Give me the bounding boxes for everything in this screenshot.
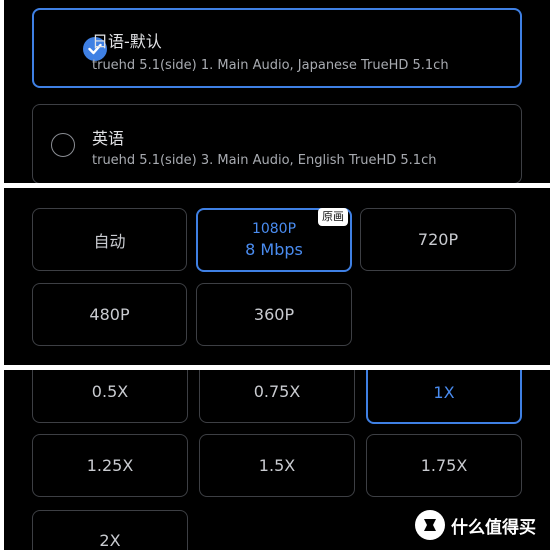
speed-label: 0.5X [91,382,129,401]
quality-option-480p[interactable]: 480P [32,283,187,346]
quality-bitrate: 8 Mbps [245,240,303,259]
unchecked-radio-icon [51,133,75,157]
quality-label: 1080P [251,221,297,237]
speed-option-1x[interactable]: 1X [366,370,522,424]
speed-label: 1X [433,382,455,402]
speed-option-0.5x[interactable]: 0.5X [32,370,188,423]
quality-panel: 自动 1080P 8 Mbps 原画 720P 480P 360P [4,188,550,365]
watermark: 什么值得买 [415,510,536,540]
speed-label: 1.75X [420,456,468,475]
quality-label: 自动 [93,231,126,251]
audio-track-desc: truehd 5.1(side) 1. Main Audio, Japanese… [92,58,449,73]
quality-label: 480P [89,305,130,324]
original-quality-badge: 原画 [318,208,348,226]
quality-option-360p[interactable]: 360P [196,283,352,346]
audio-track-desc: truehd 5.1(side) 3. Main Audio, English … [92,153,437,168]
speed-label: 0.75X [253,382,301,401]
speed-label: 1.25X [86,456,134,475]
speed-option-1.25x[interactable]: 1.25X [32,434,188,497]
quality-label: 360P [253,305,295,324]
quality-option-auto[interactable]: 自动 [32,208,187,271]
smzdm-logo-icon [415,510,445,540]
speed-option-1.75x[interactable]: 1.75X [366,434,522,497]
quality-option-720p[interactable]: 720P [360,208,516,271]
speed-option-1.5x[interactable]: 1.5X [199,434,355,497]
audio-track-title: 日语-默认 [92,32,162,51]
playback-speed-panel: 0.5X 0.75X 1X 1.25X 1.5X 1.75X 2X 什么值得买 [4,370,550,550]
audio-track-title: 英语 [92,129,125,148]
speed-label: 1.5X [258,456,296,475]
speed-option-2x[interactable]: 2X [32,510,188,550]
audio-track-english[interactable]: 英语 truehd 5.1(side) 3. Main Audio, Engli… [32,104,522,183]
watermark-text: 什么值得买 [451,517,536,538]
speed-option-0.75x[interactable]: 0.75X [199,370,355,423]
speed-label: 2X [99,531,121,550]
audio-track-panel: 日语-默认 truehd 5.1(side) 1. Main Audio, Ja… [4,0,550,183]
quality-label: 720P [417,230,459,249]
audio-track-japanese[interactable]: 日语-默认 truehd 5.1(side) 1. Main Audio, Ja… [32,8,522,88]
